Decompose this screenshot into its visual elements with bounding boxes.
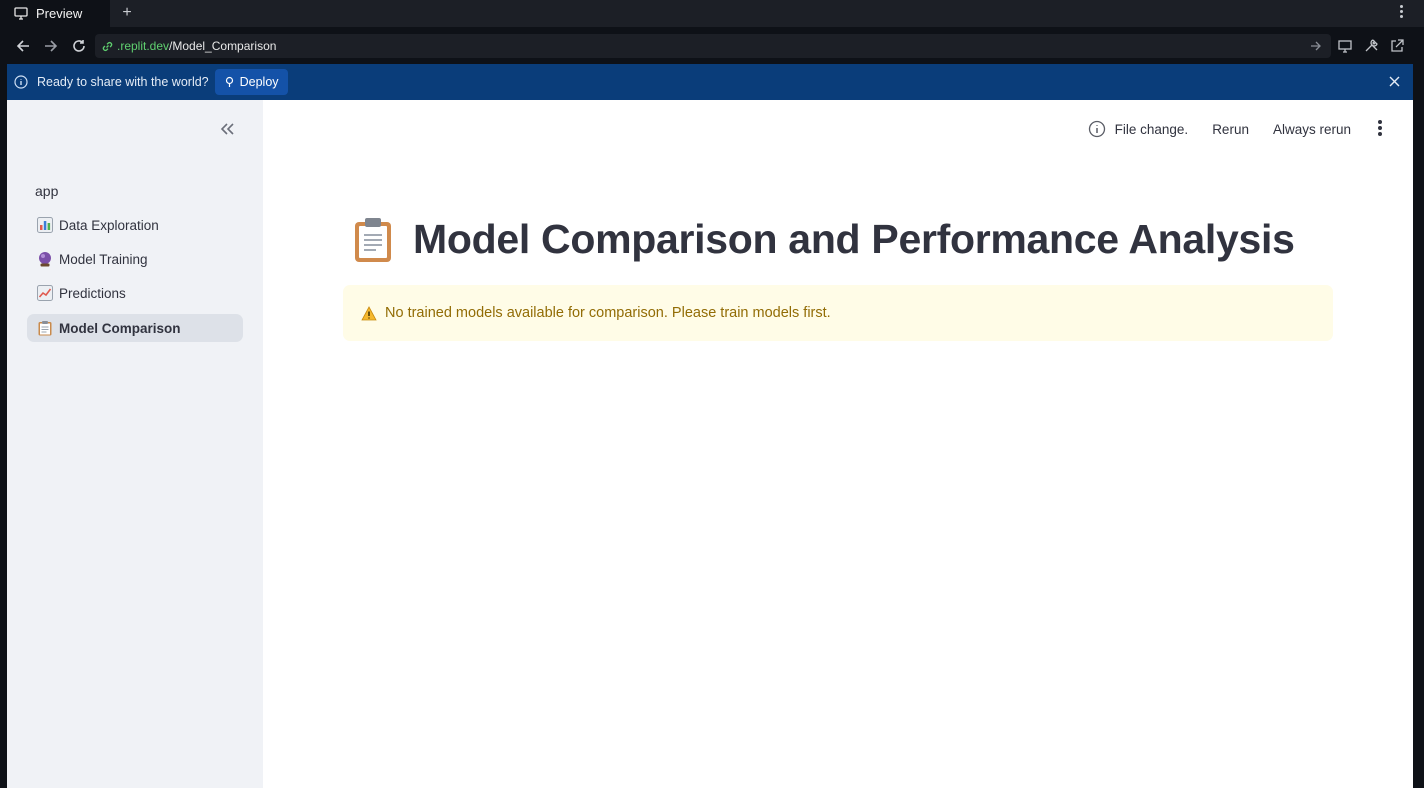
main-content: File change. Rerun Always rerun Model Co…: [263, 100, 1413, 788]
sidebar-item-predictions[interactable]: Predictions: [27, 279, 243, 307]
status-bar: File change. Rerun Always rerun: [1088, 120, 1383, 138]
open-external-icon[interactable]: [1389, 38, 1405, 54]
collapse-sidebar-icon[interactable]: [218, 120, 236, 138]
sidebar-item-data-exploration[interactable]: Data Exploration: [27, 211, 243, 239]
clipboard-icon: [355, 217, 391, 262]
url-path: /Model_Comparison: [169, 39, 277, 53]
new-tab-button[interactable]: +: [120, 3, 134, 23]
rerun-button[interactable]: Rerun: [1212, 122, 1249, 137]
sidebar-item-label: Data Exploration: [59, 217, 159, 233]
tab-preview[interactable]: Preview: [0, 0, 110, 27]
url-domain: .replit.dev: [117, 39, 170, 53]
warning-alert: No trained models available for comparis…: [343, 285, 1333, 341]
browser-tab-bar: Preview +: [0, 0, 1424, 27]
info-icon: [14, 75, 28, 89]
left-edge: [0, 64, 7, 788]
deploy-label: Deploy: [239, 75, 279, 89]
clipboard-icon: [38, 321, 52, 336]
url-field[interactable]: .replit.dev/Model_Comparison: [95, 34, 1331, 58]
right-edge: [1413, 64, 1424, 788]
deploy-icon: [225, 76, 233, 87]
always-rerun-button[interactable]: Always rerun: [1273, 122, 1351, 137]
sidebar-item-model-comparison[interactable]: Model Comparison: [27, 314, 243, 342]
reload-icon[interactable]: [70, 37, 88, 55]
sidebar: app Data Exploration Model Training Pred…: [7, 100, 263, 788]
sidebar-app-label: app: [35, 183, 59, 199]
back-icon[interactable]: [14, 37, 32, 55]
url-row: .replit.dev/Model_Comparison: [0, 27, 1424, 64]
deploy-button[interactable]: Deploy: [214, 69, 288, 95]
more-options-icon[interactable]: [1398, 5, 1404, 21]
wrench-icon[interactable]: [1363, 38, 1379, 54]
monitor-icon: [14, 7, 28, 20]
tab-label: Preview: [36, 6, 83, 21]
sidebar-item-label: Model Training: [59, 251, 148, 267]
page-title: Model Comparison and Performance Analysi…: [353, 216, 1295, 263]
device-icon[interactable]: [1337, 38, 1353, 54]
sidebar-item-model-training[interactable]: Model Training: [27, 245, 243, 273]
sidebar-item-label: Predictions: [59, 285, 126, 301]
banner-message: Ready to share with the world?: [37, 75, 209, 89]
link-icon: [102, 41, 113, 51]
bar-chart-icon: [37, 217, 53, 233]
info-icon: [1088, 120, 1105, 138]
close-icon[interactable]: [1388, 75, 1401, 88]
page-title-text: Model Comparison and Performance Analysi…: [413, 216, 1295, 262]
warning-text: No trained models available for comparis…: [385, 305, 831, 321]
file-change-text: File change.: [1114, 121, 1189, 137]
crystal-ball-icon: [39, 252, 51, 267]
warning-icon: [361, 305, 377, 320]
sidebar-item-label: Model Comparison: [59, 320, 181, 336]
deploy-banner: Ready to share with the world? Deploy: [7, 64, 1413, 100]
forward-icon[interactable]: [42, 37, 60, 55]
main-menu-icon[interactable]: [1377, 120, 1383, 138]
go-arrow-icon[interactable]: [1309, 39, 1323, 53]
chart-increasing-icon: [37, 285, 53, 301]
